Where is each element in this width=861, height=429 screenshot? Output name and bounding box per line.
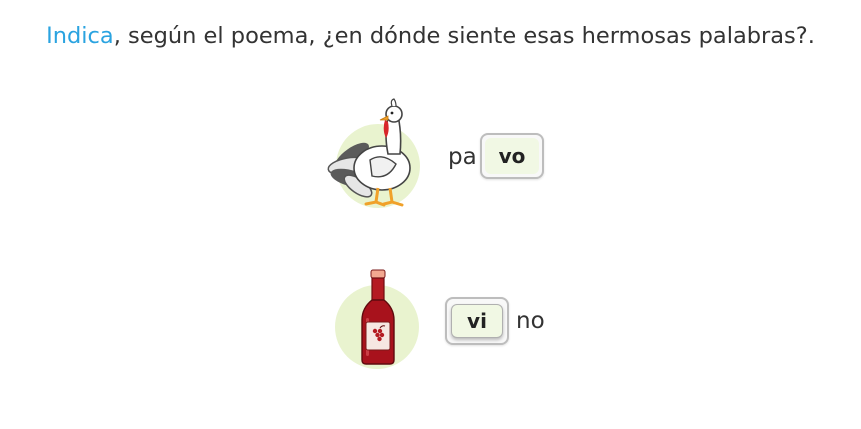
item-1-syllable-tile[interactable]: vo xyxy=(485,138,539,174)
question-text: , según el poema, ¿en dónde siente esas … xyxy=(113,23,815,49)
wine-bottle-icon xyxy=(361,269,395,365)
item-2-syllable-tile[interactable]: vi xyxy=(451,304,503,338)
item-1-syllable: pa xyxy=(448,144,477,170)
question-prompt: Indica, según el poema, ¿en dónde siente… xyxy=(0,20,861,52)
turkey-icon xyxy=(327,98,411,207)
item-2-syllable: no xyxy=(516,308,545,334)
question-verb: Indica xyxy=(46,23,114,49)
item-1-drop-slot[interactable]: vo xyxy=(480,133,544,179)
item-2-drop-slot[interactable]: vi xyxy=(445,297,509,345)
